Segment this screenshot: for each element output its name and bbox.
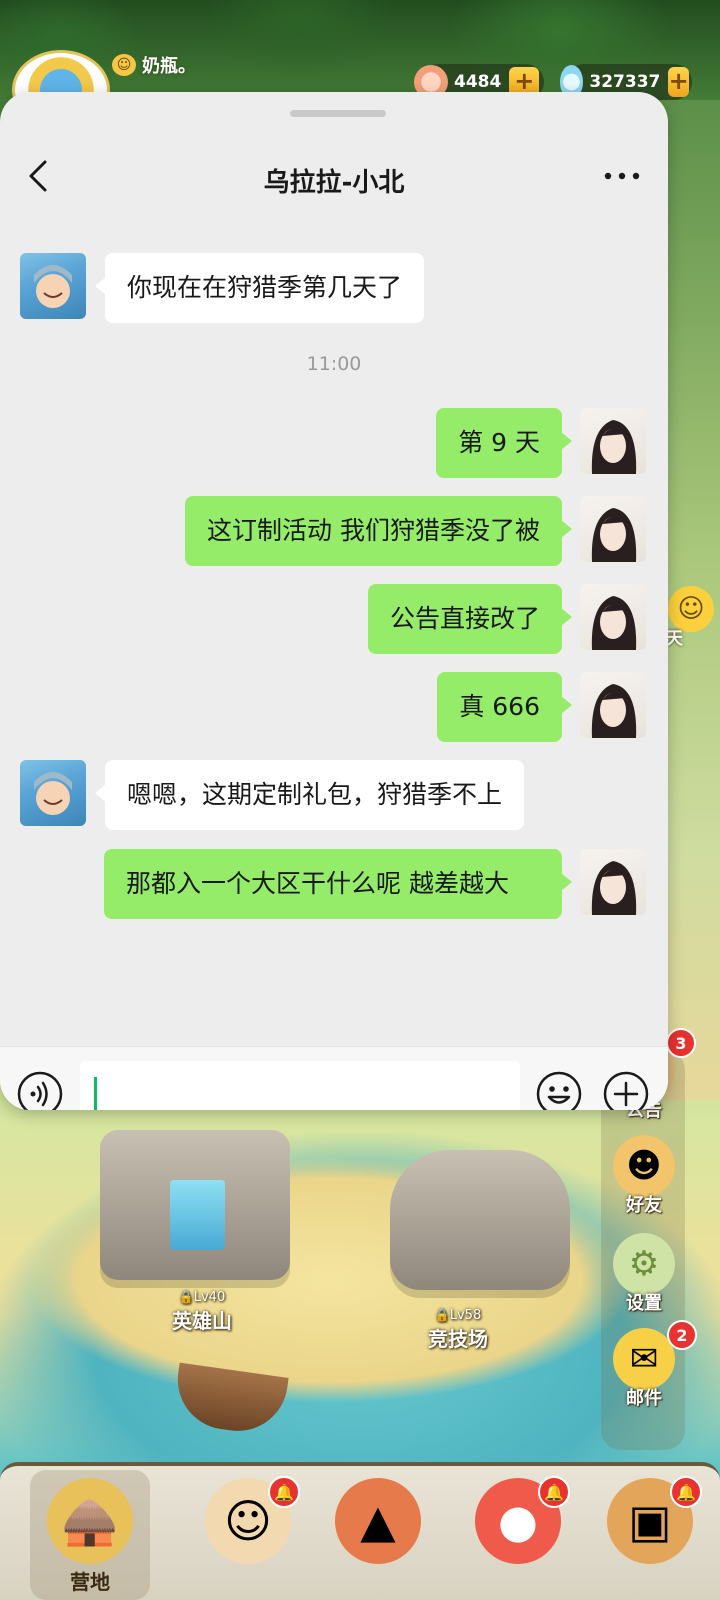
lock-icon: 🔒 xyxy=(434,1308,450,1322)
player-name: 奶瓶。 xyxy=(142,56,196,77)
chat-input-bar xyxy=(0,1046,668,1110)
self-message-bubble[interactable]: 这订制活动 我们狩猎季没了被 xyxy=(185,496,572,566)
friends-icon: ☻ xyxy=(613,1135,675,1197)
chat-sheet: 乌拉拉-小北 你现在在狩猎季第几天了 11:00 第 9 天 这订制活动 我们狩… xyxy=(0,92,668,1110)
totem-icon: ▲ xyxy=(335,1478,421,1564)
bell-icon: 🔔 xyxy=(538,1476,570,1508)
more-options-icon[interactable] xyxy=(594,156,650,196)
arena-building[interactable] xyxy=(390,1150,570,1290)
nav-heroes[interactable]: ☺ 🔔 xyxy=(188,1470,308,1600)
hero-mountain-level: Lv40 xyxy=(193,1290,226,1305)
message-input[interactable] xyxy=(80,1061,520,1110)
arena-name: 竞技场 xyxy=(428,1327,488,1351)
self-avatar[interactable] xyxy=(580,672,646,738)
voice-input-icon[interactable] xyxy=(17,1071,63,1110)
chat-message-list[interactable]: 你现在在狩猎季第几天了 11:00 第 9 天 这订制活动 我们狩猎季没了被 公… xyxy=(0,220,668,1046)
nav-camp-label: 营地 xyxy=(70,1570,110,1594)
chat-peek-label: 天 xyxy=(666,629,683,649)
hero-mountain-label[interactable]: 🔒Lv40 英雄山 xyxy=(160,1290,244,1334)
friend-message-bubble[interactable]: 嗯嗯，这期定制礼包，狩猎季不上 xyxy=(94,760,525,830)
nav-pets[interactable]: ● 🔔 xyxy=(458,1470,578,1600)
friends-label: 好友 xyxy=(626,1195,662,1216)
side-menu-friends[interactable]: ☻ 好友 xyxy=(606,1135,682,1217)
friend-avatar[interactable] xyxy=(20,760,86,826)
gear-icon: ⚙ xyxy=(613,1233,675,1295)
smile-icon: ☺ xyxy=(112,54,136,76)
emoji-icon[interactable] xyxy=(536,1071,582,1110)
self-avatar[interactable] xyxy=(580,584,646,650)
bell-icon: 🔔 xyxy=(268,1476,300,1508)
self-message-bubble[interactable]: 公告直接改了 xyxy=(367,584,573,654)
mail-badge: 2 xyxy=(667,1320,697,1350)
self-message-bubble[interactable]: 第 9 天 xyxy=(436,408,572,478)
sheet-drag-handle[interactable] xyxy=(290,110,386,117)
add-gem-button[interactable]: + xyxy=(668,67,689,97)
announcement-badge: 3 xyxy=(666,1028,696,1058)
self-avatar[interactable] xyxy=(580,408,646,474)
bell-icon: 🔔 xyxy=(670,1476,702,1508)
friend-avatar[interactable] xyxy=(20,253,86,319)
chat-header: 乌拉拉-小北 xyxy=(0,132,668,222)
nav-shop[interactable]: ▣ 🔔 xyxy=(590,1470,710,1600)
nav-totem[interactable]: ▲ xyxy=(318,1470,438,1600)
mail-icon: ✉ xyxy=(613,1328,675,1390)
self-avatar[interactable] xyxy=(580,496,646,562)
shell-currency-value: 4484 xyxy=(454,72,502,92)
friend-message-bubble[interactable]: 你现在在狩猎季第几天了 xyxy=(94,253,425,323)
nav-camp[interactable]: 🛖 营地 xyxy=(30,1470,150,1600)
self-avatar[interactable] xyxy=(580,849,646,915)
self-message-bubble[interactable]: 真 666 xyxy=(437,672,572,742)
mail-label: 邮件 xyxy=(626,1388,662,1409)
hero-mountain-name: 英雄山 xyxy=(172,1309,232,1333)
arena-label[interactable]: 🔒Lv58 竞技场 xyxy=(414,1308,502,1352)
lock-icon: 🔒 xyxy=(178,1290,194,1304)
settings-label: 设置 xyxy=(626,1293,662,1314)
text-caret xyxy=(94,1077,97,1110)
gem-currency-value: 327337 xyxy=(589,72,661,92)
arena-level: Lv58 xyxy=(449,1308,482,1323)
hero-mountain-building[interactable] xyxy=(100,1130,290,1280)
self-message-bubble[interactable]: 那都入一个大区干什么呢 越差越大 xyxy=(104,849,572,919)
chat-title: 乌拉拉-小北 xyxy=(263,168,405,198)
message-timestamp: 11:00 xyxy=(306,353,362,375)
camp-icon: 🛖 xyxy=(47,1478,133,1564)
player-name-row: ☺ 奶瓶。 xyxy=(112,52,196,78)
side-menu-settings[interactable]: ⚙ 设置 xyxy=(606,1233,682,1315)
plus-icon[interactable] xyxy=(603,1071,649,1110)
